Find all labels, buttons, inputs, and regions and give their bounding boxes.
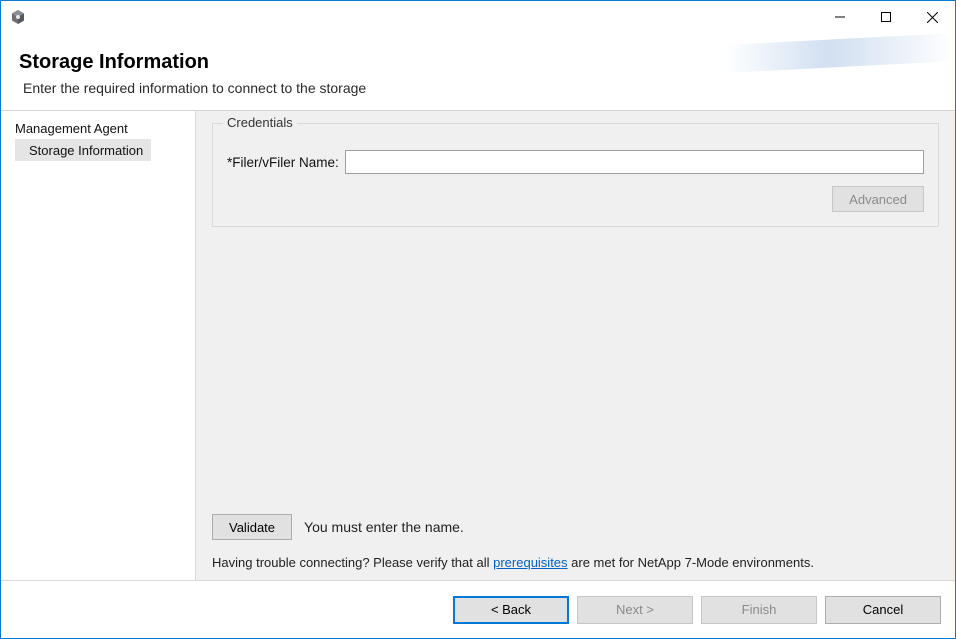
sidebar-item-label: Storage Information	[29, 143, 143, 158]
minimize-button[interactable]	[817, 1, 863, 33]
content-pane: Credentials *Filer/vFiler Name: Advanced…	[196, 111, 955, 580]
close-button[interactable]	[909, 1, 955, 33]
back-button[interactable]: < Back	[453, 596, 569, 624]
filer-name-row: *Filer/vFiler Name:	[227, 150, 924, 174]
cancel-button[interactable]: Cancel	[825, 596, 941, 624]
titlebar	[1, 1, 955, 33]
sidebar-item-label: Management Agent	[15, 121, 128, 136]
validate-row: Validate You must enter the name.	[212, 504, 939, 540]
wizard-window: Storage Information Enter the required i…	[0, 0, 956, 639]
sidebar: Management Agent Storage Information	[1, 111, 196, 580]
header: Storage Information Enter the required i…	[1, 33, 955, 111]
help-text-prefix: Having trouble connecting? Please verify…	[212, 555, 493, 570]
credentials-group: Credentials *Filer/vFiler Name: Advanced	[212, 123, 939, 227]
window-controls	[817, 1, 955, 33]
footer: < Back Next > Finish Cancel	[1, 580, 955, 638]
next-button[interactable]: Next >	[577, 596, 693, 624]
finish-button[interactable]: Finish	[701, 596, 817, 624]
advanced-button[interactable]: Advanced	[832, 186, 924, 212]
validation-message: You must enter the name.	[304, 519, 464, 535]
app-icon	[9, 8, 27, 26]
help-text-suffix: are met for NetApp 7-Mode environments.	[568, 555, 814, 570]
page-subtitle: Enter the required information to connec…	[19, 80, 937, 96]
credentials-legend: Credentials	[223, 115, 297, 130]
help-text: Having trouble connecting? Please verify…	[212, 554, 939, 570]
page-title: Storage Information	[19, 51, 937, 74]
body: Management Agent Storage Information Cre…	[1, 111, 955, 580]
sidebar-item-storage-information[interactable]: Storage Information	[15, 139, 151, 161]
validate-button[interactable]: Validate	[212, 514, 292, 540]
filer-name-input[interactable]	[345, 150, 924, 174]
filer-name-label: *Filer/vFiler Name:	[227, 155, 339, 170]
maximize-button[interactable]	[863, 1, 909, 33]
prerequisites-link[interactable]: prerequisites	[493, 555, 567, 570]
sidebar-item-management-agent[interactable]: Management Agent	[1, 117, 195, 139]
